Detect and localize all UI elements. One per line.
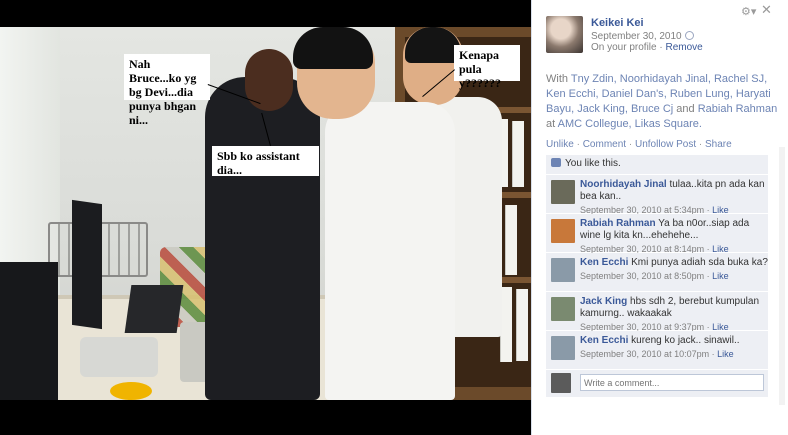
globe-icon (684, 31, 694, 40)
write-comment-row (546, 370, 768, 397)
owner-name[interactable]: Keikei Kei (591, 17, 644, 29)
photo-caption-2: Kenapa pula y?????? (454, 45, 520, 90)
post-actions: Unlike · Comment · Unfollow Post · Share (546, 139, 732, 150)
comment-item: Rabiah Rahman Ya ba n0or..siap ada wine … (546, 214, 768, 254)
comment-like-link[interactable]: Like (717, 349, 734, 359)
comment-meta: September 30, 2010 at 10:07pm · Like (580, 349, 734, 359)
tagged-person[interactable]: Bruce Cj (631, 103, 673, 115)
and-word: and (676, 103, 695, 115)
comment-link[interactable]: Comment (583, 139, 626, 150)
comment-body: Ken Ecchi Kmi punya adiah sda buka ka? (580, 257, 768, 269)
photo-binder (505, 205, 517, 275)
commenter-name[interactable]: Ken Ecchi (580, 335, 628, 346)
tagged-person[interactable]: Noorhidayah Jinal (620, 73, 708, 85)
comment-text: Kmi punya adiah sda buka ka? (631, 257, 768, 268)
tagged-person[interactable]: Jack King (577, 103, 625, 115)
comment-body: Jack King hbs sdh 2, berebut kumpulan ka… (580, 296, 768, 320)
likes-text: You like this. (565, 158, 621, 169)
profile-line: On your profile · Remove (591, 42, 703, 53)
panel-scrollbar[interactable] (779, 147, 785, 405)
post-date-text[interactable]: September 30, 2010 (591, 31, 682, 42)
photo-person-white-shirt (325, 102, 455, 400)
photo-monitor-left (0, 262, 58, 400)
at-word: at (546, 118, 556, 130)
tagged-person[interactable]: Rabiah Rahman (698, 103, 778, 115)
gear-icon[interactable]: ⚙▾ (741, 6, 756, 18)
photo-mouse (110, 382, 152, 400)
separator: · (628, 139, 633, 150)
comment-item: Ken Ecchi Kmi punya adiah sda buka ka? S… (546, 253, 768, 291)
photo-person-white-hair (293, 27, 373, 69)
tagged-person[interactable]: Rachel SJ (714, 73, 764, 85)
on-profile-text: On your profile (591, 42, 657, 53)
remove-link[interactable]: Remove (666, 42, 703, 53)
photo-caption-3: Sbb ko assistant dia... (212, 146, 319, 177)
photo-caption-1: Nah Bruce...ko yg bg Devi...dia punya bh… (124, 54, 210, 127)
comment-text: kureng ko jack.. sinawil.. (631, 335, 740, 346)
likes-row: You like this. (546, 155, 768, 174)
separator: · (659, 42, 663, 53)
photo-viewer: Nah Bruce...ko yg bg Devi...dia punya bh… (0, 0, 531, 435)
tagged-people: With Tny Zdin, Noorhidayah Jinal, Rachel… (546, 73, 778, 130)
comment-body: Ken Ecchi kureng ko jack.. sinawil.. (580, 335, 768, 347)
photo-image[interactable] (0, 27, 531, 400)
share-link[interactable]: Share (705, 139, 732, 150)
owner-avatar[interactable] (546, 16, 583, 53)
photo-keyboard (124, 285, 184, 333)
comment-body: Rabiah Rahman Ya ba n0or..siap ada wine … (580, 218, 768, 242)
comment-meta: September 30, 2010 at 8:50pm · Like (580, 271, 729, 281)
post-details-panel: Keikei Kei September 30, 2010 On your pr… (531, 0, 788, 435)
comments-feed: You like this. Noorhidayah Jinal tulaa..… (546, 155, 768, 397)
commenter-name[interactable]: Rabiah Rahman (580, 218, 656, 229)
separator: · (698, 139, 703, 150)
comment-body: Noorhidayah Jinal tulaa..kita pn ada kan… (580, 179, 768, 203)
comment-time[interactable]: September 30, 2010 at 10:07pm (580, 349, 709, 359)
unlike-link[interactable]: Unlike (546, 139, 574, 150)
comment-item: Noorhidayah Jinal tulaa..kita pn ada kan… (546, 175, 768, 215)
comment-item: Jack King hbs sdh 2, berebut kumpulan ka… (546, 292, 768, 332)
with-prefix: With (546, 73, 568, 85)
photo-person-dark-head (245, 49, 293, 111)
comment-item: Ken Ecchi kureng ko jack.. sinawil.. Sep… (546, 331, 768, 369)
photo-binder (516, 289, 528, 361)
location-link[interactable]: AMC Collegue, Likas Square. (558, 118, 702, 130)
commenter-avatar[interactable] (551, 219, 575, 243)
photo-desk-phone (80, 337, 158, 377)
commenter-avatar[interactable] (551, 336, 575, 360)
tagged-person[interactable]: Ken Ecchi (546, 88, 596, 100)
commenter-avatar[interactable] (551, 297, 575, 321)
commenter-name[interactable]: Jack King (580, 296, 627, 307)
thumbs-up-icon (551, 158, 561, 167)
photo-monitor (72, 199, 102, 330)
commenter-name[interactable]: Ken Ecchi (580, 257, 628, 268)
tagged-person[interactable]: Daniel Dan's (602, 88, 664, 100)
current-user-avatar (551, 373, 571, 393)
post-date: September 30, 2010 (591, 31, 694, 42)
commenter-avatar[interactable] (551, 258, 575, 282)
photo-binder (512, 121, 524, 187)
unfollow-post-link[interactable]: Unfollow Post (635, 139, 696, 150)
separator: · (576, 139, 580, 150)
tagged-person[interactable]: Ruben Lung (670, 88, 730, 100)
write-comment-input[interactable] (580, 374, 764, 391)
comment-time[interactable]: September 30, 2010 at 8:50pm (580, 271, 704, 281)
photo-person-dark-shirt (205, 77, 320, 400)
tagged-person[interactable]: Tny Zdin (571, 73, 614, 85)
comment-like-link[interactable]: Like (712, 271, 729, 281)
commenter-name[interactable]: Noorhidayah Jinal (580, 179, 667, 190)
close-icon[interactable]: ✕ (761, 3, 773, 17)
post-header: Keikei Kei September 30, 2010 On your pr… (546, 14, 776, 64)
commenter-avatar[interactable] (551, 180, 575, 204)
